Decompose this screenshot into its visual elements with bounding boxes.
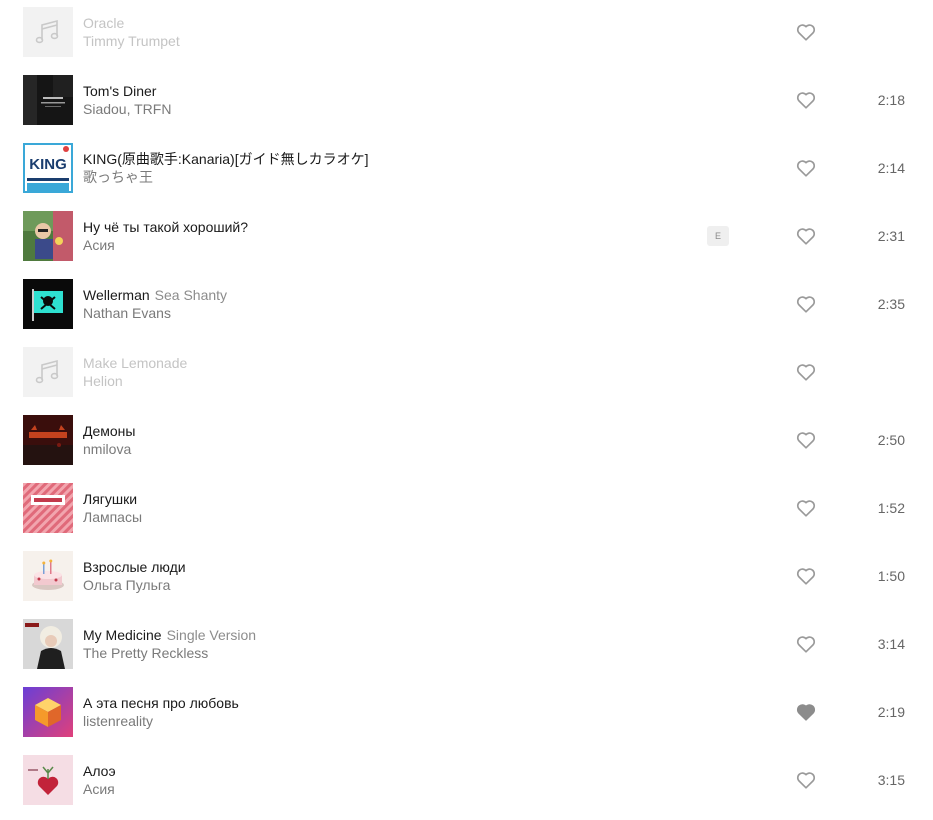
- track-title[interactable]: Oracle: [83, 14, 683, 32]
- track-list: Oracle Timmy Trumpet Tom's Diner Siadou,…: [0, 0, 933, 816]
- track-title[interactable]: Tom's Diner: [83, 82, 683, 100]
- like-heart-icon[interactable]: [795, 21, 817, 43]
- track-row[interactable]: Взрослые люди Ольга Пульга 1:50: [0, 544, 933, 612]
- like-heart-icon[interactable]: [795, 769, 817, 791]
- like-heart-icon[interactable]: [795, 361, 817, 383]
- track-artist[interactable]: nmilova: [83, 440, 683, 458]
- track-duration: 2:50: [877, 432, 905, 448]
- track-artist[interactable]: Асия: [83, 236, 683, 254]
- king-karaoke-cover-image[interactable]: KING: [23, 143, 73, 193]
- track-duration: 3:15: [877, 772, 905, 788]
- track-artist[interactable]: Асия: [83, 780, 683, 798]
- track-duration: 2:14: [877, 160, 905, 176]
- track-duration: 2:19: [877, 704, 905, 720]
- liked-heart-icon[interactable]: [795, 701, 817, 723]
- track-artist[interactable]: Timmy Trumpet: [83, 32, 683, 50]
- track-title[interactable]: Алоэ: [83, 762, 683, 780]
- like-heart-icon[interactable]: [795, 89, 817, 111]
- track-title[interactable]: Взрослые люди: [83, 558, 683, 576]
- track-title[interactable]: Демоны: [83, 422, 683, 440]
- like-heart-icon[interactable]: [795, 633, 817, 655]
- track-artist[interactable]: 歌っちゃ王: [83, 168, 683, 186]
- like-heart-icon[interactable]: [795, 565, 817, 587]
- track-duration: 1:50: [877, 568, 905, 584]
- cube-cover-image[interactable]: [23, 687, 73, 737]
- music-note-placeholder-icon: [23, 7, 73, 57]
- like-heart-icon[interactable]: [795, 293, 817, 315]
- music-note-placeholder-icon: [23, 347, 73, 397]
- track-row[interactable]: Демоны nmilova 2:50: [0, 408, 933, 476]
- track-version: Single Version: [166, 627, 257, 643]
- track-artist[interactable]: Лампасы: [83, 508, 683, 526]
- track-duration: 2:31: [877, 228, 905, 244]
- track-title[interactable]: KING(原曲歌手:Kanaria)[ガイド無しカラオケ]: [83, 150, 683, 168]
- asiya-cover-image[interactable]: [23, 211, 73, 261]
- track-row[interactable]: My Medicine Single Version The Pretty Rec…: [0, 612, 933, 680]
- track-row[interactable]: Tom's Diner Siadou, TRFN 2:18: [0, 68, 933, 136]
- track-title[interactable]: А эта песня про любовь: [83, 694, 683, 712]
- track-artist[interactable]: Helion: [83, 372, 683, 390]
- demony-cover-image[interactable]: [23, 415, 73, 465]
- pretty-reckless-cover-image[interactable]: [23, 619, 73, 669]
- like-heart-icon[interactable]: [795, 225, 817, 247]
- track-artist[interactable]: Ольга Пульга: [83, 576, 683, 594]
- like-heart-icon[interactable]: [795, 497, 817, 519]
- track-title[interactable]: Make Lemonade: [83, 354, 683, 372]
- track-title[interactable]: Ну чё ты такой хороший?: [83, 218, 683, 236]
- track-title[interactable]: Wellerman Sea Shanty: [83, 286, 683, 304]
- track-version: Sea Shanty: [154, 287, 228, 303]
- track-duration: 2:35: [877, 296, 905, 312]
- track-row[interactable]: Ну чё ты такой хороший? Асия 2:31: [0, 204, 933, 272]
- track-row[interactable]: Oracle Timmy Trumpet: [0, 0, 933, 68]
- track-row[interactable]: А эта песня про любовь listenreality 2:1…: [0, 680, 933, 748]
- track-row[interactable]: Алоэ Асия 3:15: [0, 748, 933, 816]
- like-heart-icon[interactable]: [795, 157, 817, 179]
- track-artist[interactable]: The Pretty Reckless: [83, 644, 683, 662]
- wellerman-cover-image[interactable]: [23, 279, 73, 329]
- track-row[interactable]: Make Lemonade Helion: [0, 340, 933, 408]
- track-row[interactable]: KING KING(原曲歌手:Kanaria)[ガイド無しカラオケ] 歌っちゃ王…: [0, 136, 933, 204]
- track-artist[interactable]: Nathan Evans: [83, 304, 683, 322]
- aloe-heart-cover-image[interactable]: [23, 755, 73, 805]
- track-artist[interactable]: listenreality: [83, 712, 683, 730]
- track-artist[interactable]: Siadou, TRFN: [83, 100, 683, 118]
- toms-diner-cover-image[interactable]: [23, 75, 73, 125]
- explicit-badge: E: [707, 226, 729, 246]
- like-heart-icon[interactable]: [795, 429, 817, 451]
- track-row[interactable]: Лягушки Лампасы 1:52: [0, 476, 933, 544]
- track-row[interactable]: Wellerman Sea Shanty Nathan Evans 2:35: [0, 272, 933, 340]
- cake-cover-image[interactable]: [23, 551, 73, 601]
- track-title[interactable]: My Medicine Single Version: [83, 626, 683, 644]
- track-duration: 2:18: [877, 92, 905, 108]
- svg-text:KING: KING: [29, 156, 67, 173]
- track-duration: 3:14: [877, 636, 905, 652]
- lyagushki-cover-image[interactable]: [23, 483, 73, 533]
- track-title[interactable]: Лягушки: [83, 490, 683, 508]
- track-duration: 1:52: [877, 500, 905, 516]
